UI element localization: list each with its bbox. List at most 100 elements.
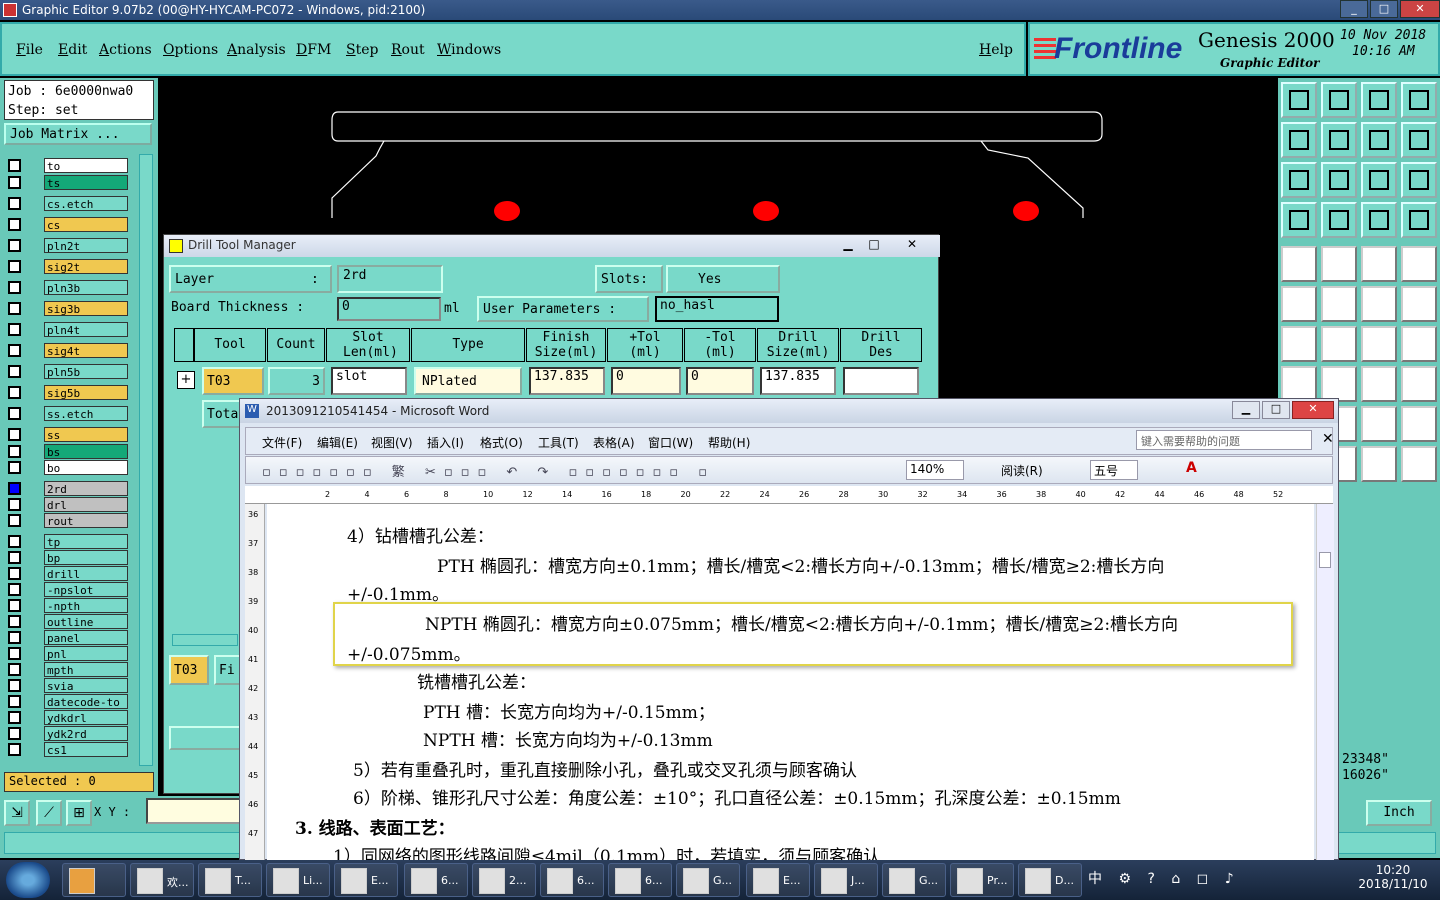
- layer-row[interactable]: drl: [8, 497, 128, 512]
- layer-row[interactable]: datecode-to: [8, 694, 128, 709]
- layer-checkbox[interactable]: [8, 281, 21, 294]
- layer-name[interactable]: ydkdrl: [44, 710, 128, 725]
- word-menu-edit[interactable]: 编辑(E): [317, 434, 358, 451]
- taskbar-item[interactable]: G...: [676, 863, 740, 897]
- layer-checkbox[interactable]: [8, 176, 21, 189]
- word-vscroll[interactable]: [1316, 504, 1334, 862]
- edit-tool-button[interactable]: [1281, 326, 1317, 362]
- start-button[interactable]: [6, 862, 50, 898]
- word-doc-close-icon[interactable]: ✕: [1322, 431, 1334, 447]
- layer-name[interactable]: rout: [44, 513, 128, 528]
- layer-name[interactable]: ss.etch: [44, 406, 128, 421]
- tool-button[interactable]: [1321, 82, 1357, 118]
- layer-name[interactable]: drill: [44, 566, 128, 581]
- taskbar-item[interactable]: D...: [1018, 863, 1082, 897]
- toolbar-icons[interactable]: ▫▫▫▫▫▫▫ 繁 ✂▫▫▫ ↶ ↷ ▫▫▫▫▫▫▫ ▫: [262, 461, 715, 480]
- layer-name[interactable]: tp: [44, 534, 128, 549]
- layer-row[interactable]: drill: [8, 566, 128, 581]
- layer-row[interactable]: pln2t: [8, 238, 128, 253]
- expand-row-icon[interactable]: +: [177, 371, 195, 389]
- user-params-input[interactable]: no_hasl: [655, 296, 779, 322]
- cell-ptol[interactable]: 0: [611, 367, 681, 395]
- help-search-input[interactable]: 键入需要帮助的问题: [1136, 430, 1312, 450]
- menu-analysis[interactable]: Analysis: [227, 42, 286, 58]
- layer-name[interactable]: panel: [44, 630, 128, 645]
- layer-name[interactable]: -npth: [44, 598, 128, 613]
- layer-name[interactable]: sig3b: [44, 301, 128, 316]
- dtm-minimize-button[interactable]: ▁: [836, 237, 860, 255]
- layer-checkbox[interactable]: [8, 365, 21, 378]
- layer-name[interactable]: cs: [44, 217, 128, 232]
- tool-button[interactable]: [1401, 122, 1437, 158]
- layer-checkbox[interactable]: [8, 615, 21, 628]
- layer-name[interactable]: pln5b: [44, 364, 128, 379]
- layer-name[interactable]: to: [44, 158, 128, 173]
- menu-help[interactable]: Help: [979, 42, 1013, 58]
- taskbar-item[interactable]: Li...: [266, 863, 330, 897]
- edit-tool-button[interactable]: [1281, 286, 1317, 322]
- layer-name[interactable]: cs1: [44, 742, 128, 757]
- layer-name[interactable]: cs.etch: [44, 196, 128, 211]
- menu-file[interactable]: File: [16, 42, 43, 58]
- layer-name[interactable]: pln4t: [44, 322, 128, 337]
- layer-row[interactable]: 2rd: [8, 481, 128, 496]
- layer-checkbox[interactable]: [8, 386, 21, 399]
- taskbar-item[interactable]: J...: [814, 863, 878, 897]
- document-page[interactable]: 4）钻槽槽孔公差： PTH 椭圆孔：槽宽方向±0.1mm；槽长/槽宽<2:槽长方…: [267, 504, 1314, 867]
- tool-button[interactable]: [1401, 162, 1437, 198]
- word-menu-insert[interactable]: 插入(I): [427, 434, 464, 451]
- layer-checkbox[interactable]: [8, 663, 21, 676]
- layer-row[interactable]: sig5b: [8, 385, 128, 400]
- layer-name[interactable]: datecode-to: [44, 694, 128, 709]
- edit-tool-button[interactable]: [1361, 246, 1397, 282]
- layer-name[interactable]: outline: [44, 614, 128, 629]
- edit-tool-button[interactable]: [1281, 366, 1317, 402]
- layer-checkbox[interactable]: [8, 445, 21, 458]
- close-button[interactable]: ✕: [1400, 0, 1440, 18]
- layer-checkbox[interactable]: [8, 727, 21, 740]
- layer-row[interactable]: outline: [8, 614, 128, 629]
- layer-checkbox[interactable]: [8, 743, 21, 756]
- layer-checkbox[interactable]: [8, 631, 21, 644]
- snap-icon[interactable]: ⇲: [4, 800, 30, 826]
- tool-button[interactable]: [1401, 202, 1437, 238]
- tool-button[interactable]: [1321, 162, 1357, 198]
- units-button[interactable]: Inch: [1366, 800, 1432, 826]
- menu-edit[interactable]: Edit: [58, 42, 87, 58]
- taskbar-item[interactable]: T...: [198, 863, 262, 897]
- tool-button[interactable]: [1361, 202, 1397, 238]
- layer-checkbox[interactable]: [8, 583, 21, 596]
- edit-tool-button[interactable]: [1321, 286, 1357, 322]
- layer-row[interactable]: pln3b: [8, 280, 128, 295]
- layer-checkbox[interactable]: [8, 599, 21, 612]
- layer-checkbox[interactable]: [8, 344, 21, 357]
- tool-button[interactable]: [1281, 162, 1317, 198]
- word-maximize-button[interactable]: □: [1262, 401, 1290, 419]
- cell-tool[interactable]: T03: [202, 367, 264, 395]
- word-menu-help[interactable]: 帮助(H): [708, 434, 750, 451]
- slots-dropdown[interactable]: Yes: [666, 265, 780, 293]
- layer-name[interactable]: pnl: [44, 646, 128, 661]
- layer-row[interactable]: tp: [8, 534, 128, 549]
- layer-row[interactable]: -npth: [8, 598, 128, 613]
- tool-button[interactable]: [1281, 122, 1317, 158]
- edit-tool-button[interactable]: [1321, 366, 1357, 402]
- layer-row[interactable]: ydk2rd: [8, 726, 128, 741]
- menu-actions[interactable]: Actions: [99, 42, 152, 58]
- edit-tool-button[interactable]: [1361, 446, 1397, 482]
- layer-checkbox[interactable]: [8, 551, 21, 564]
- layer-name[interactable]: bo: [44, 460, 128, 475]
- xy-input[interactable]: [146, 798, 246, 824]
- taskbar-item[interactable]: E...: [334, 863, 398, 897]
- edit-tool-button[interactable]: [1401, 246, 1437, 282]
- layer-row[interactable]: cs.etch: [8, 196, 128, 211]
- edit-tool-button[interactable]: [1361, 286, 1397, 322]
- layer-name[interactable]: pln3b: [44, 280, 128, 295]
- layer-row[interactable]: pln4t: [8, 322, 128, 337]
- layer-checkbox[interactable]: [8, 567, 21, 580]
- font-size-dropdown[interactable]: 五号: [1090, 460, 1138, 480]
- layer-name[interactable]: sig4t: [44, 343, 128, 358]
- layer-row[interactable]: ydkdrl: [8, 710, 128, 725]
- layer-row[interactable]: bo: [8, 460, 128, 475]
- layer-checkbox[interactable]: [8, 302, 21, 315]
